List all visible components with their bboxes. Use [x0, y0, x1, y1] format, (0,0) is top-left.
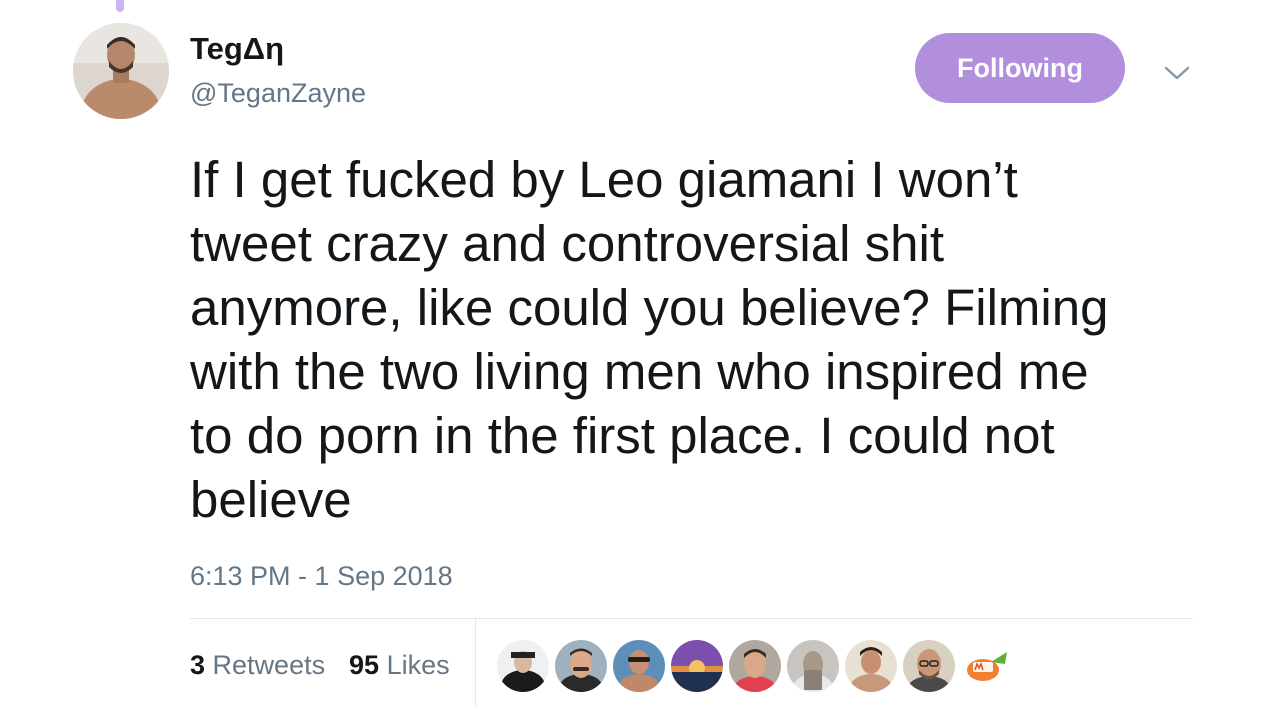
likes-label: Likes — [386, 650, 450, 680]
liker-avatar[interactable] — [497, 640, 549, 692]
avatar-image — [73, 23, 169, 119]
tweet-text-line: to do porn in the first place. I could n… — [190, 407, 1055, 464]
tweet-text-line: If I get fucked by Leo giamani I won’t — [190, 151, 1018, 208]
retweets-count: 3 — [190, 650, 206, 680]
tweet-text-line: anymore, like could you believe? Filming — [190, 279, 1109, 336]
stats-divider — [475, 619, 476, 706]
following-button[interactable]: Following — [915, 33, 1125, 103]
tweet-timestamp[interactable]: 6:13 PM - 1 Sep 2018 — [190, 559, 453, 593]
liker-avatar[interactable] — [903, 640, 955, 692]
liker-avatar[interactable] — [613, 640, 665, 692]
tweet-text-line: tweet crazy and controversial shit — [190, 215, 944, 272]
retweets-stat[interactable]: 3 Retweets — [190, 648, 325, 682]
author-avatar[interactable] — [73, 23, 169, 119]
liker-avatar[interactable] — [787, 640, 839, 692]
liker-avatar[interactable] — [845, 640, 897, 692]
tweet-text: If I get fucked by Leo giamani I won’t t… — [190, 148, 1210, 532]
likes-stat[interactable]: 95 Likes — [349, 648, 450, 682]
retweets-label: Retweets — [212, 650, 326, 680]
chevron-down-icon[interactable] — [1162, 58, 1192, 88]
likes-count: 95 — [349, 650, 380, 680]
author-display-name[interactable]: TegΔη — [190, 30, 284, 68]
liker-avatars — [497, 640, 1013, 692]
tweet-text-line: with the two living men who inspired me — [190, 343, 1089, 400]
thread-connector-line — [116, 0, 124, 12]
liker-avatar[interactable] — [671, 640, 723, 692]
liker-avatar[interactable] — [729, 640, 781, 692]
tweet-text-line: believe — [190, 471, 352, 528]
author-handle[interactable]: @TeganZayne — [190, 76, 366, 110]
divider — [190, 618, 1193, 619]
liker-avatar[interactable] — [555, 640, 607, 692]
liker-avatar[interactable] — [961, 640, 1013, 692]
